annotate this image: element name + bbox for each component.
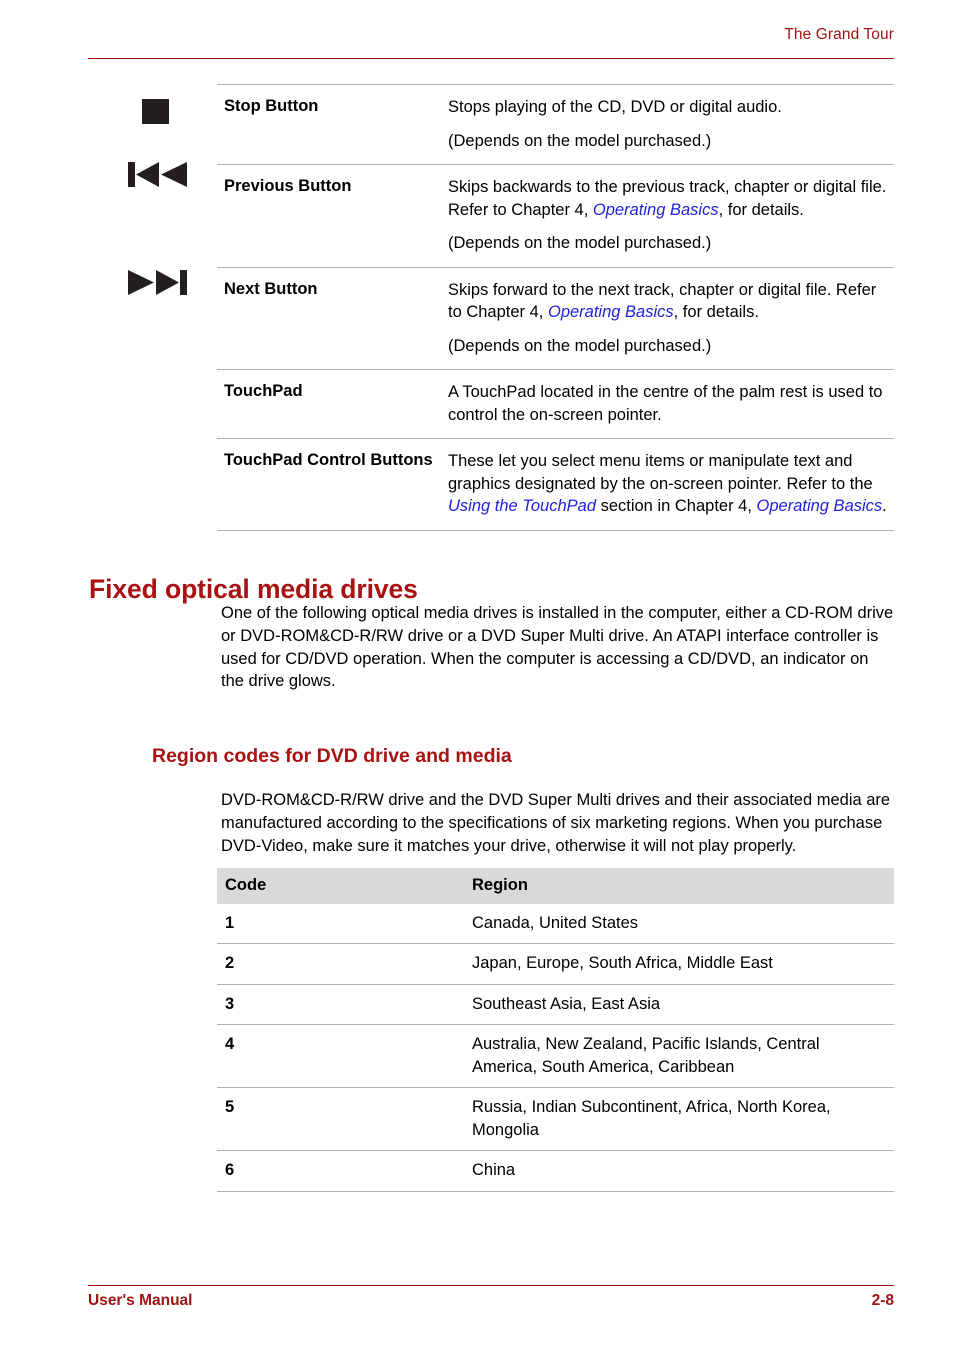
column-header-region: Region (464, 868, 894, 904)
feature-description: These let you select menu items or manip… (448, 438, 894, 531)
running-header: The Grand Tour (88, 26, 894, 44)
cross-reference-link[interactable]: Operating Basics (593, 201, 719, 219)
description-paragraph: (Depends on the model purchased.) (448, 130, 894, 153)
description-paragraph: These let you select menu items or manip… (448, 450, 894, 518)
section-heading-optical-drives: Fixed optical media drives (89, 573, 418, 604)
table-row: Stop Button Stops playing of the CD, DVD … (217, 84, 894, 165)
table-row: Next Button Skips forward to the next tra… (217, 266, 894, 370)
feature-label: TouchPad Control Buttons (217, 438, 448, 531)
text-run: Stops playing of the CD, DVD or digital … (448, 98, 782, 116)
cross-reference-link[interactable]: Using the TouchPad (448, 497, 596, 515)
region-codes-paragraph: DVD-ROM&CD-R/RW drive and the DVD Super … (221, 791, 891, 855)
region-name-cell: Southeast Asia, East Asia (464, 983, 894, 1025)
text-run: , for details. (718, 200, 804, 219)
description-paragraph: A TouchPad located in the centre of the … (448, 381, 894, 426)
feature-table: Stop Button Stops playing of the CD, DVD … (217, 84, 894, 531)
next-track-icon (128, 270, 187, 295)
table-row: 1 Canada, United States (217, 904, 894, 944)
region-code-cell: 6 (217, 1150, 464, 1192)
header-chapter-title: The Grand Tour (784, 26, 894, 43)
table-row: 5 Russia, Indian Subcontinent, Africa, No… (217, 1087, 894, 1151)
footer-divider (88, 1285, 894, 1286)
table-header-row: Code Region (217, 868, 894, 904)
optical-drives-paragraph: One of the following optical media drive… (221, 604, 894, 691)
text-run: A TouchPad located in the centre of the … (448, 383, 883, 424)
running-footer: User's Manual 2-8 (88, 1292, 894, 1310)
region-code-cell: 1 (225, 913, 235, 932)
table-row: 3 Southeast Asia, East Asia (217, 983, 894, 1025)
cross-reference-link[interactable]: Operating Basics (757, 497, 883, 515)
feature-label: Next Button (217, 266, 448, 370)
description-paragraph: (Depends on the model purchased.) (448, 232, 894, 255)
feature-label: TouchPad (217, 369, 448, 439)
description-paragraph: (Depends on the model purchased.) (448, 335, 894, 358)
table-row: 4 Australia, New Zealand, Pacific Islands… (217, 1024, 894, 1088)
region-code-cell: 2 (217, 943, 464, 984)
feature-description: Stops playing of the CD, DVD or digital … (448, 84, 894, 165)
description-paragraph: Stops playing of the CD, DVD or digital … (448, 96, 894, 119)
text-run: (Depends on the model purchased.) (448, 336, 712, 355)
region-name-cell: China (464, 1150, 894, 1192)
table-row: TouchPad A TouchPad located in the centre… (217, 369, 894, 439)
region-table-head: Code Region (217, 868, 894, 904)
footer-page-number: 2-8 (871, 1292, 894, 1309)
previous-track-icon (128, 162, 187, 187)
header-divider (88, 58, 894, 59)
region-name-cell: Russia, Indian Subcontinent, Africa, Nor… (464, 1087, 894, 1151)
region-table-body: 1 Canada, United States 2 Japan, Europe, So… (217, 904, 894, 1192)
footer-manual-label: User's Manual (88, 1292, 193, 1309)
feature-label: Previous Button (217, 164, 448, 267)
region-name-cell: Canada, United States (472, 913, 639, 932)
table-row: Previous Button Skips backwards to the pr… (217, 164, 894, 267)
region-code-table: Code Region 1 Canada, United States 2 Japan… (217, 868, 894, 1192)
description-paragraph: Skips forward to the next track, chapter… (448, 279, 894, 324)
text-run: (Depends on the model purchased.) (448, 234, 712, 252)
description-paragraph: Skips backwards to the previous track, c… (448, 176, 894, 221)
text-run: . (882, 497, 887, 515)
column-header-code: Code (217, 868, 464, 904)
stop-icon (142, 99, 169, 124)
table-row: 6 China (217, 1150, 894, 1192)
table-row: 2 Japan, Europe, South Africa, Middle Eas… (217, 943, 894, 984)
cross-reference-link[interactable]: Operating Basics (548, 303, 674, 321)
text-run: These let you select menu items or manip… (448, 452, 873, 493)
region-code-cell: 3 (217, 983, 464, 1025)
region-code-cell: 4 (217, 1024, 464, 1088)
feature-table-body: Stop Button Stops playing of the CD, DVD … (217, 84, 894, 531)
feature-description: A TouchPad located in the centre of the … (448, 369, 894, 439)
text-run: (Depends on the model purchased.) (448, 131, 712, 150)
region-name-cell: Japan, Europe, South Africa, Middle East (464, 943, 894, 984)
text-run: , for details. (673, 303, 759, 321)
region-code-cell: 5 (217, 1087, 464, 1151)
feature-description: Skips backwards to the previous track, c… (448, 164, 894, 267)
manual-page: The Grand Tour Stop Button Stops playing … (0, 0, 954, 1351)
region-name-cell: Australia, New Zealand, Pacific Islands,… (464, 1024, 894, 1088)
table-row: TouchPad Control Buttons These let you se… (217, 438, 894, 531)
feature-description: Skips forward to the next track, chapter… (448, 266, 894, 370)
text-run: section in Chapter 4, (596, 497, 757, 515)
section-heading-region-codes: Region codes for DVD drive and media (152, 745, 512, 768)
feature-label: Stop Button (217, 84, 448, 165)
